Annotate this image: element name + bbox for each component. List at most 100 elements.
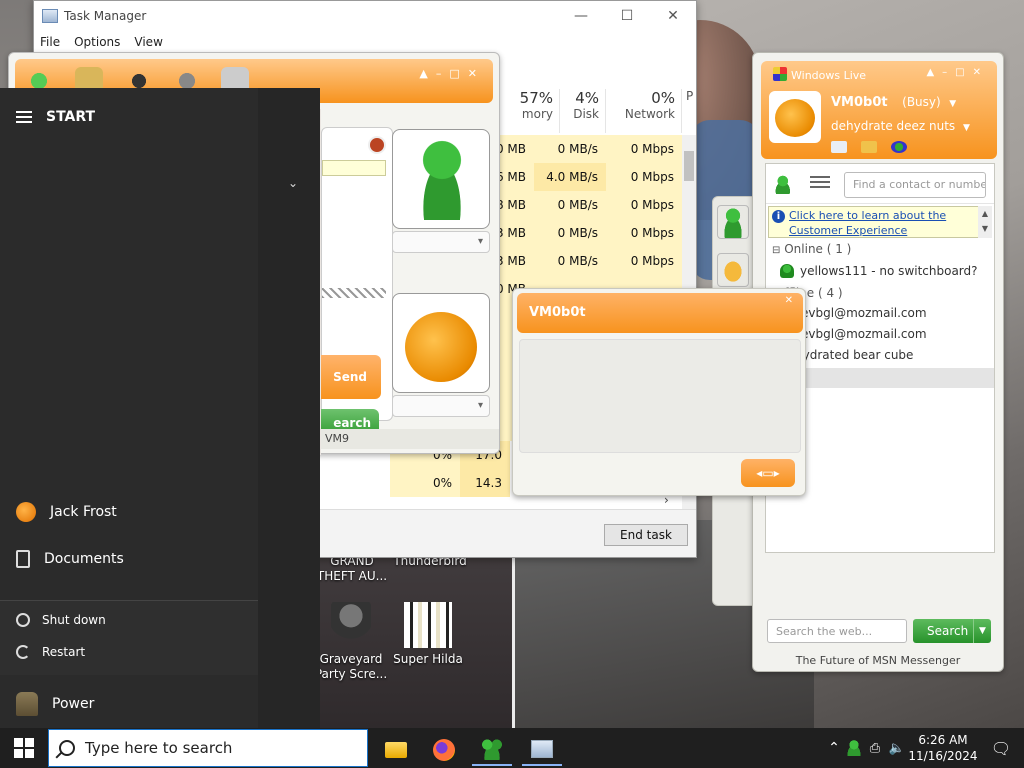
search-icon: [59, 740, 75, 756]
table-row[interactable]: 0 MB 0 MB/s 0 Mbps: [494, 135, 682, 163]
block-icon[interactable]: [368, 136, 386, 154]
network-icon[interactable]: ⎙: [864, 741, 886, 756]
restart-label: Restart: [42, 645, 86, 659]
msn-quick-icons: [831, 141, 907, 153]
table-row[interactable]: 3 MB 0 MB/s 0 Mbps: [494, 219, 682, 247]
contact-toolbar: Find a contact or number: [766, 164, 994, 204]
chevron-down-icon[interactable]: ▼: [963, 123, 970, 133]
firefox-icon: [433, 739, 455, 761]
disk-label: Disk: [573, 107, 599, 121]
my-picture-menu[interactable]: ▾: [392, 395, 490, 417]
info-scrollbar[interactable]: ▲ ▼: [978, 206, 992, 238]
msn-status[interactable]: (Busy): [902, 95, 941, 109]
taskbar-msn-messenger[interactable]: [472, 734, 512, 766]
taskbar-task-manager[interactable]: [522, 734, 562, 766]
close-button[interactable]: ✕: [650, 1, 696, 31]
find-contact-input[interactable]: Find a contact or number: [844, 172, 986, 198]
msn-name-text: VM0b0t: [831, 95, 888, 110]
column-header-disk[interactable]: 4% Disk: [534, 89, 606, 133]
column-header-power[interactable]: P: [682, 89, 698, 133]
folder-icon[interactable]: [861, 141, 877, 153]
add-contact-icon[interactable]: [774, 174, 796, 194]
windows-start-button[interactable]: [14, 738, 34, 758]
start-power-label: Power: [52, 696, 95, 712]
chevron-down-icon[interactable]: ▼: [973, 619, 991, 643]
expand-toast-button[interactable]: ◂▭▸: [741, 459, 795, 487]
msn-display-picture[interactable]: [769, 91, 821, 143]
chevron-up-icon[interactable]: ⌃: [824, 740, 844, 756]
chevron-down-icon[interactable]: ⌄: [288, 176, 298, 190]
hamburger-icon[interactable]: [16, 108, 32, 126]
buddy-icon: [413, 140, 471, 220]
contact-online[interactable]: yellows111 - no switchboard?: [780, 264, 978, 278]
msn-window-controls[interactable]: ▲–□✕: [926, 67, 989, 78]
mail-icon[interactable]: [831, 141, 847, 153]
start-user-name: Jack Frost: [50, 504, 117, 520]
taskbar-search-box[interactable]: Type here to search: [48, 729, 368, 767]
toast-title: VM0b0t: [529, 305, 586, 320]
msn-tray-icon[interactable]: [844, 740, 864, 756]
start-user[interactable]: Jack Frost: [16, 502, 117, 522]
maximize-button[interactable]: ☐: [604, 1, 650, 31]
conversation-window-controls[interactable]: ▲–□✕: [419, 67, 485, 80]
table-cell-network: 0 Mbps: [606, 219, 682, 247]
network-percent: 0%: [651, 89, 675, 107]
table-cell-disk: 0 MB/s: [534, 135, 606, 163]
column-header-network[interactable]: 0% Network: [606, 89, 682, 133]
table-row[interactable]: 6 MB 4.0 MB/s 0 Mbps: [494, 163, 682, 191]
msn-title: Windows Live: [791, 69, 867, 82]
table-cell-network: 0 Mbps: [606, 247, 682, 275]
notification-icon[interactable]: 🗨: [978, 739, 1024, 758]
taskbar-search-placeholder: Type here to search: [85, 739, 233, 757]
start-documents[interactable]: Documents: [16, 550, 124, 568]
msn-personal-message[interactable]: dehydrate deez nuts ▼: [831, 119, 970, 133]
close-icon[interactable]: ✕: [785, 295, 793, 306]
sort-list-icon[interactable]: [810, 176, 830, 190]
power-user-icon: [16, 692, 38, 716]
info-icon: i: [772, 210, 785, 223]
menu-view[interactable]: View: [134, 35, 162, 49]
chevron-down-icon[interactable]: ▼: [949, 99, 956, 109]
start-header[interactable]: START: [16, 108, 95, 126]
msn-toast-popup[interactable]: VM0b0t ✕ ◂▭▸: [512, 288, 806, 496]
message-divider: [322, 288, 386, 298]
table-cell-disk: 0 MB/s: [534, 191, 606, 219]
web-search-button[interactable]: Search ▼: [913, 619, 991, 643]
pumpkin-icon: [405, 312, 477, 382]
volume-icon[interactable]: 🔈: [886, 741, 908, 756]
shutdown-menu-item[interactable]: Shut down: [16, 613, 106, 627]
contact-picture-menu[interactable]: ▾: [392, 231, 490, 253]
online-buddy-icon: [780, 264, 794, 278]
table-cell-network: 0 Mbps: [606, 163, 682, 191]
minimize-button[interactable]: —: [558, 1, 604, 31]
task-manager-title: Task Manager: [64, 9, 147, 23]
send-button[interactable]: Send: [321, 355, 381, 399]
super-hilda-icon: [404, 602, 452, 648]
taskbar-file-explorer[interactable]: [376, 734, 416, 766]
scrollbar-thumb[interactable]: [684, 151, 694, 181]
system-tray: ⌃ ⎙ 🔈 6:26 AM 11/16/2024 🗨: [824, 728, 1024, 768]
taskbar-clock[interactable]: 6:26 AM 11/16/2024: [908, 732, 978, 764]
menu-options[interactable]: Options: [74, 35, 120, 49]
start-power[interactable]: Power: [16, 692, 94, 716]
msn-display-name[interactable]: VM0b0t (Busy) ▼: [831, 95, 956, 110]
contacts-tab-icon[interactable]: [717, 205, 749, 239]
message-input[interactable]: [322, 160, 386, 176]
contact-display-picture[interactable]: [392, 129, 490, 229]
alerts-tab-icon[interactable]: [717, 253, 749, 287]
my-display-picture[interactable]: [392, 293, 490, 393]
customer-experience-link[interactable]: i Click here to learn about the Customer…: [768, 206, 988, 238]
group-online[interactable]: ⊟ Online ( 1 ): [772, 242, 851, 256]
web-search-input[interactable]: Search the web...: [767, 619, 907, 643]
group-online-label: Online ( 1 ): [784, 242, 852, 256]
desktop-icon-super-hilda[interactable]: Super Hilda: [388, 602, 468, 667]
restart-menu-item[interactable]: Restart: [16, 645, 85, 659]
taskbar-firefox[interactable]: [424, 734, 464, 766]
msn-butterfly-icon[interactable]: [891, 141, 907, 153]
end-task-button[interactable]: End task: [604, 524, 688, 546]
menu-file[interactable]: File: [40, 35, 60, 49]
desktop-icon-graveyard[interactable]: Graveyard Party Scre...: [311, 602, 391, 682]
table-cell-memory: 3 MB: [494, 247, 534, 275]
table-row[interactable]: 8 MB 0 MB/s 0 Mbps: [494, 191, 682, 219]
table-row[interactable]: 3 MB 0 MB/s 0 Mbps: [494, 247, 682, 275]
